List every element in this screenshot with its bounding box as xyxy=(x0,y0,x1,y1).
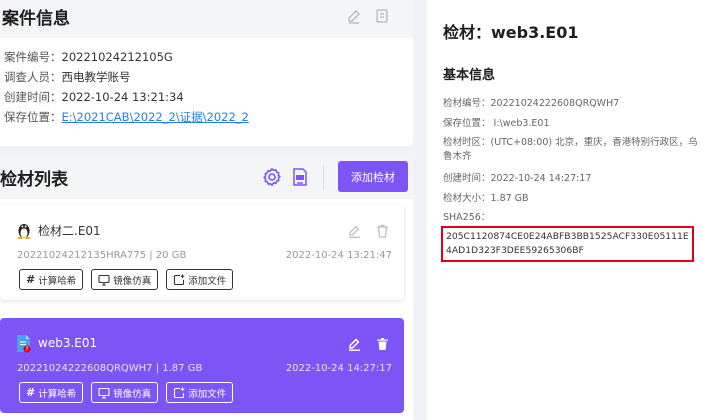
evidence-meta: 20221024222608QRQWH7 | 1.87 GB 2022-10-2… xyxy=(17,363,392,374)
evidence-list-header: 检材列表 添加检材 xyxy=(0,155,413,199)
add-file-label: 添加文件 xyxy=(188,275,227,287)
case-info-body: 案件编号：20221024212105G 调查人员：西电教学账号 创建时间：20… xyxy=(0,38,413,127)
bcp-export-icon[interactable] xyxy=(290,167,310,187)
compute-hash-button[interactable]: # 计算哈希 xyxy=(19,382,84,403)
mirror-simulation-label: 镜像仿真 xyxy=(113,388,152,400)
investigator-row: 调查人员：西电教学账号 xyxy=(4,67,413,87)
add-file-button[interactable]: 添加文件 xyxy=(166,269,234,290)
evidence-card-selected[interactable]: ? web3.E01 20221024222608QRQWH7 | 1.87 G… xyxy=(0,318,404,413)
document-icon[interactable] xyxy=(374,8,390,24)
investigator-value: 西电教学账号 xyxy=(61,70,131,84)
add-file-label: 添加文件 xyxy=(188,388,227,400)
unknown-file-icon: ? xyxy=(17,334,31,353)
evidence-name-row: 检材二.E01 xyxy=(16,220,101,240)
save-location-link[interactable]: E:\2021CAB\2022_2\证据\2022_2 xyxy=(62,110,249,124)
evidence-name: web3.E01 xyxy=(38,336,98,350)
investigator-label: 调查人员： xyxy=(4,70,62,84)
compute-hash-button[interactable]: # 计算哈希 xyxy=(19,269,84,290)
edit-icon[interactable] xyxy=(348,225,361,238)
hash-icon: # xyxy=(26,386,36,399)
gear-icon[interactable] xyxy=(262,167,282,187)
created-time-label: 创建时间： xyxy=(4,90,62,104)
created-time-row: 创建时间：2022-10-24 13:21:34 xyxy=(4,87,413,107)
mirror-simulation-button[interactable]: 镜像仿真 xyxy=(91,269,159,290)
add-evidence-button[interactable]: 添加检材 xyxy=(338,161,408,192)
header-divider xyxy=(323,165,324,189)
hash-icon: # xyxy=(26,273,36,286)
evidence-actions: # 计算哈希 镜像仿真 添加文件 xyxy=(19,269,234,290)
basic-info-heading: 基本信息 xyxy=(443,68,496,83)
evidence-list: 检材二.E01 20221024212135HRA775 | 20 GB 202… xyxy=(0,199,413,420)
sha256-value: 205C1120874CE0E24ABFB3BB1525ACF330E05111… xyxy=(446,231,689,256)
compute-hash-label: 计算哈希 xyxy=(38,275,77,287)
evidence-detail-panel: 检材：web3.E01 基本信息 检材编号：20221024222608QRQW… xyxy=(427,0,703,420)
evidence-list-title: 检材列表 xyxy=(0,169,68,190)
created-time-value: 2022-10-24 13:21:34 xyxy=(61,90,184,104)
case-number-label: 案件编号： xyxy=(4,50,62,64)
mirror-simulation-button[interactable]: 镜像仿真 xyxy=(91,382,159,403)
delete-icon[interactable] xyxy=(376,224,389,238)
case-info-title: 案件信息 xyxy=(2,8,70,29)
case-info-card: 案件信息 案件编号：20221024212105G 调查人员：西电教学账号 创建… xyxy=(0,0,413,146)
mirror-simulation-label: 镜像仿真 xyxy=(113,275,152,287)
evidence-id-size: 20221024222608QRQWH7 | 1.87 GB xyxy=(17,363,203,374)
add-file-icon xyxy=(174,274,185,285)
detail-sha256-label: SHA256： xyxy=(443,212,491,223)
delete-icon[interactable] xyxy=(376,337,389,351)
evidence-time: 2022-10-24 14:27:17 xyxy=(285,363,392,374)
case-number-value: 20221024212105G xyxy=(61,50,173,64)
detail-timezone: 检材时区：(UTC+08:00) 北京，重庆，香港特别行政区，乌鲁木齐 xyxy=(443,137,698,162)
edit-icon[interactable] xyxy=(346,8,362,24)
monitor-icon xyxy=(98,387,110,399)
monitor-icon xyxy=(98,274,110,286)
evidence-card[interactable]: 检材二.E01 20221024212135HRA775 | 20 GB 202… xyxy=(0,205,404,300)
svg-text:?: ? xyxy=(25,346,28,353)
linux-tux-icon xyxy=(17,224,31,239)
evidence-id-size: 20221024212135HRA775 | 20 GB xyxy=(17,250,187,261)
detail-save-location: 保存位置： I:\web3.E01 xyxy=(443,118,550,129)
evidence-time: 2022-10-24 13:21:47 xyxy=(285,250,392,261)
detail-title: 检材：web3.E01 xyxy=(443,23,579,42)
case-number-row: 案件编号：20221024212105G xyxy=(4,47,413,67)
save-location-row: 保存位置：E:\2021CAB\2022_2\证据\2022_2 xyxy=(4,107,413,127)
save-location-label: 保存位置： xyxy=(4,110,62,124)
add-file-icon xyxy=(174,387,185,398)
evidence-actions: # 计算哈希 镜像仿真 添加文件 xyxy=(19,382,234,403)
add-file-button[interactable]: 添加文件 xyxy=(166,382,234,403)
evidence-name: 检材二.E01 xyxy=(38,223,101,238)
detail-size: 检材大小：1.87 GB xyxy=(443,193,529,204)
compute-hash-label: 计算哈希 xyxy=(38,388,77,400)
edit-icon[interactable] xyxy=(348,338,361,351)
evidence-meta: 20221024212135HRA775 | 20 GB 2022-10-24 … xyxy=(17,250,392,261)
detail-evidence-number: 检材编号：20221024222608QRQWH7 xyxy=(443,98,620,109)
evidence-name-row: ? web3.E01 xyxy=(16,333,97,353)
case-info-header: 案件信息 xyxy=(0,0,413,38)
detail-created-time: 创建时间：2022-10-24 14:27:17 xyxy=(443,173,592,184)
